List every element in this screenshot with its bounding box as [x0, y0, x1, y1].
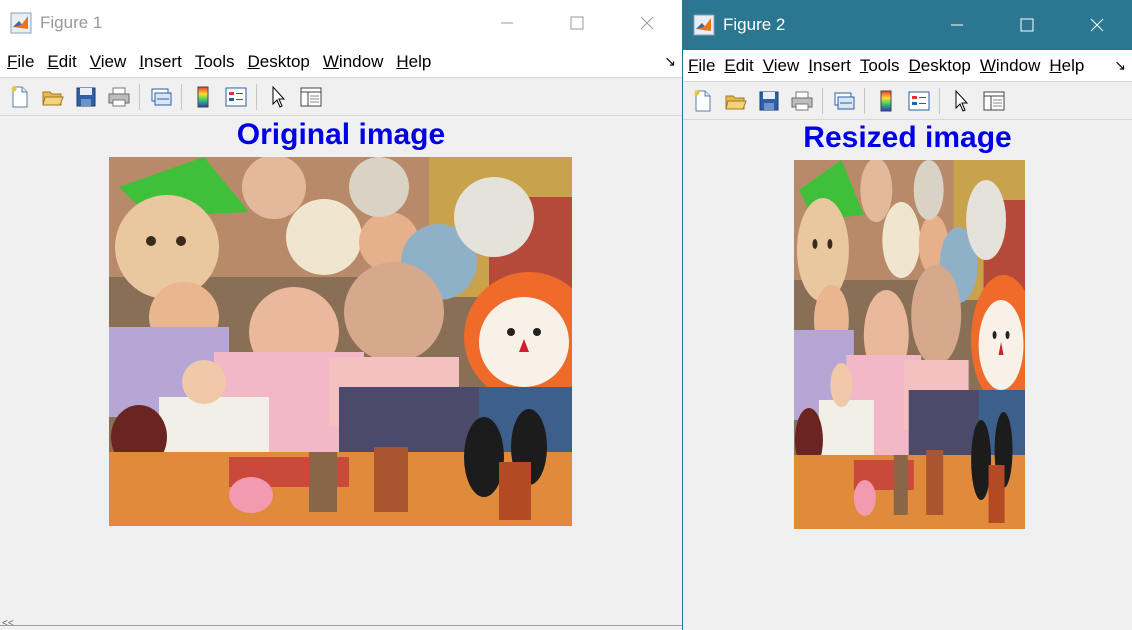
close-icon [1090, 18, 1104, 32]
minimize-button[interactable] [472, 0, 542, 46]
title-bar[interactable]: Figure 2 [683, 0, 1132, 50]
close-button[interactable] [1062, 0, 1132, 50]
link-plot-button[interactable] [827, 86, 860, 116]
pointer-icon [272, 85, 285, 108]
link-plot-button[interactable] [144, 82, 177, 112]
maximize-icon [1020, 18, 1034, 32]
legend-icon [225, 87, 246, 106]
open-file-icon [41, 91, 64, 105]
print-icon [108, 87, 129, 106]
new-figure-icon [11, 86, 27, 107]
figure-1-window: Figure 1 File Edit View Insert Tools Des… [0, 0, 682, 626]
edit-plot-button[interactable] [944, 86, 977, 116]
resize-grip: << [2, 618, 14, 626]
menu-window[interactable]: Window [316, 52, 389, 72]
edit-plot-button[interactable] [261, 82, 294, 112]
axes-title: Original image [236, 118, 446, 151]
insert-legend-button[interactable] [219, 82, 252, 112]
save-button[interactable] [69, 82, 102, 112]
close-button[interactable] [612, 0, 682, 46]
property-inspector-button[interactable] [294, 82, 327, 112]
window-title: Figure 2 [723, 15, 786, 34]
dock-icon[interactable]: ↘ [1114, 57, 1126, 74]
menu-desktop[interactable]: Desktop [904, 56, 975, 76]
maximize-button[interactable] [992, 0, 1062, 50]
close-icon [640, 16, 654, 30]
link-plot-icon [151, 88, 171, 105]
minimize-icon [951, 24, 963, 26]
pointer-icon [955, 89, 968, 112]
toolbar-separator [256, 83, 257, 110]
maximize-button[interactable] [542, 0, 612, 46]
axes-title: Resized image [803, 121, 1012, 154]
dolls-photo [794, 160, 1025, 529]
link-plot-icon [834, 92, 854, 109]
print-icon [791, 91, 812, 110]
menu-desktop[interactable]: Desktop [241, 52, 316, 72]
open-file-button[interactable] [719, 86, 752, 116]
menu-file[interactable]: File [0, 52, 40, 72]
open-file-button[interactable] [36, 82, 69, 112]
minimize-icon [501, 22, 513, 24]
menu-edit[interactable]: Edit [40, 52, 82, 72]
new-figure-icon [694, 90, 710, 111]
dock-icon[interactable]: ↘ [664, 53, 676, 70]
new-figure-button[interactable] [686, 86, 719, 116]
print-button[interactable] [102, 82, 135, 112]
property-inspector-icon [983, 91, 1004, 110]
insert-colorbar-button[interactable] [869, 86, 902, 116]
menu-file[interactable]: File [683, 56, 719, 76]
minimize-button[interactable] [922, 0, 992, 50]
menu-tools[interactable]: Tools [188, 52, 241, 72]
colorbar-icon [880, 90, 891, 111]
new-figure-button[interactable] [3, 82, 36, 112]
save-button[interactable] [752, 86, 785, 116]
colorbar-icon [197, 86, 208, 107]
save-icon [759, 91, 778, 110]
title-bar[interactable]: Figure 1 [0, 0, 682, 46]
figure-toolbar [0, 78, 682, 116]
print-button[interactable] [785, 86, 818, 116]
menu-view[interactable]: View [758, 56, 804, 76]
toolbar-separator [822, 87, 823, 114]
toolbar-separator [181, 83, 182, 110]
toolbar-separator [939, 87, 940, 114]
matlab-logo-icon [693, 14, 715, 36]
dolls-photo [109, 157, 572, 526]
window-title: Figure 1 [40, 13, 103, 32]
original-image [109, 157, 572, 526]
menu-help[interactable]: Help [389, 52, 437, 72]
menu-insert[interactable]: Insert [132, 52, 188, 72]
property-inspector-button[interactable] [977, 86, 1010, 116]
menu-edit[interactable]: Edit [719, 56, 757, 76]
matlab-logo-icon [10, 12, 32, 34]
toolbar-separator [139, 83, 140, 110]
menu-tools[interactable]: Tools [855, 56, 904, 76]
menu-view[interactable]: View [83, 52, 133, 72]
maximize-icon [570, 16, 584, 30]
resized-image [794, 160, 1025, 529]
menu-insert[interactable]: Insert [803, 56, 855, 76]
menu-bar: File Edit View Insert Tools Desktop Wind… [0, 46, 682, 78]
toolbar-separator [864, 87, 865, 114]
property-inspector-icon [300, 87, 321, 106]
figure-2-window: Figure 2 File Edit View Insert Tools Des… [682, 0, 1132, 630]
insert-legend-button[interactable] [902, 86, 935, 116]
open-file-icon [724, 95, 747, 109]
legend-icon [908, 91, 929, 110]
menu-bar: File Edit View Insert Tools Desktop Wind… [683, 50, 1132, 82]
save-icon [76, 87, 95, 106]
menu-help[interactable]: Help [1044, 56, 1088, 76]
menu-window[interactable]: Window [975, 56, 1044, 76]
insert-colorbar-button[interactable] [186, 82, 219, 112]
figure-toolbar [683, 82, 1132, 120]
